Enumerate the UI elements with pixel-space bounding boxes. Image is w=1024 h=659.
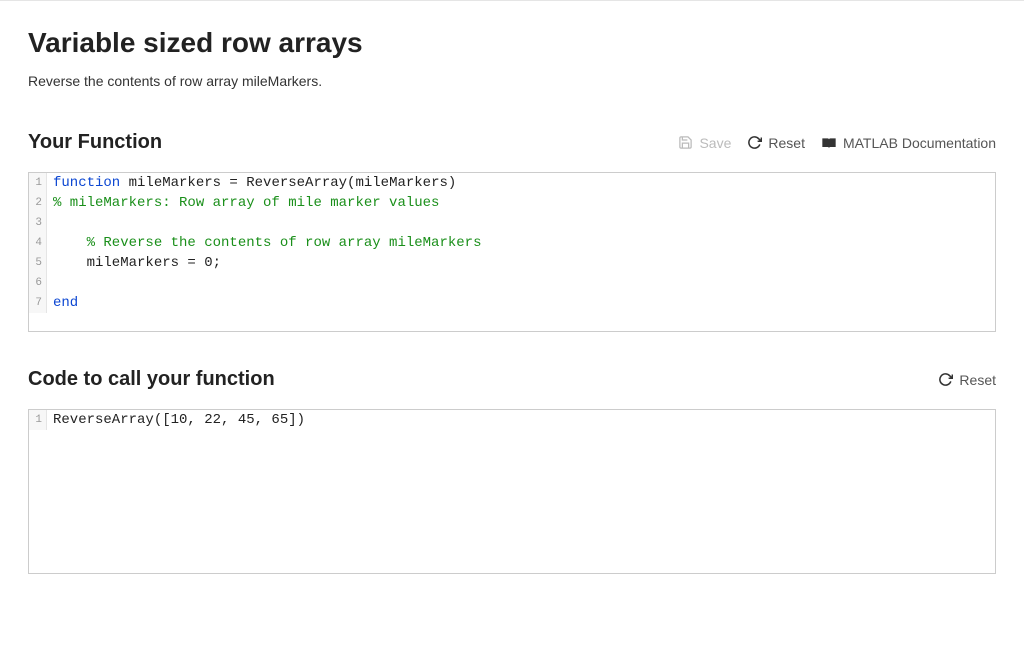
line-number: 7: [29, 293, 47, 313]
code-token: ReverseArray([10, 22, 45, 65]): [53, 412, 305, 428]
call-toolbar: Reset: [938, 372, 996, 388]
reset-button[interactable]: Reset: [747, 135, 805, 151]
line-number: 2: [29, 193, 47, 213]
call-heading: Code to call your function: [28, 368, 275, 391]
line-number: 1: [29, 410, 47, 430]
code-line[interactable]: 7 end: [29, 293, 995, 313]
code-content[interactable]: [47, 273, 53, 293]
reset-call-button[interactable]: Reset: [938, 372, 996, 388]
code-line[interactable]: 2 % mileMarkers: Row array of mile marker…: [29, 193, 995, 213]
code-token: mileMarkers = 0;: [53, 255, 221, 271]
code-token: % Reverse the contents of row array mile…: [53, 235, 481, 251]
code-content[interactable]: function mileMarkers = ReverseArray(mile…: [47, 173, 456, 193]
code-content[interactable]: [47, 213, 53, 233]
save-icon: [678, 135, 693, 150]
docs-label: MATLAB Documentation: [843, 135, 996, 151]
code-line[interactable]: 5 mileMarkers = 0;: [29, 253, 995, 273]
save-button[interactable]: Save: [678, 135, 731, 151]
code-token: % mileMarkers: Row array of mile marker …: [53, 195, 439, 211]
code-line[interactable]: 3: [29, 213, 995, 233]
line-number: 6: [29, 273, 47, 293]
call-section-header: Code to call your function Reset: [28, 368, 996, 391]
function-code-editor[interactable]: 1function mileMarkers = ReverseArray(mil…: [28, 172, 996, 332]
line-number: 5: [29, 253, 47, 273]
call-code-editor[interactable]: 1 ReverseArray([10, 22, 45, 65]): [28, 409, 996, 574]
code-line[interactable]: 6: [29, 273, 995, 293]
code-content[interactable]: % Reverse the contents of row array mile…: [47, 233, 481, 253]
page-title: Variable sized row arrays: [28, 27, 996, 59]
save-label: Save: [699, 135, 731, 151]
code-line[interactable]: 1function mileMarkers = ReverseArray(mil…: [29, 173, 995, 193]
code-content[interactable]: end: [47, 293, 78, 313]
code-token: end: [53, 295, 78, 311]
code-content[interactable]: mileMarkers = 0;: [47, 253, 221, 273]
code-line[interactable]: 1 ReverseArray([10, 22, 45, 65]): [29, 410, 995, 430]
your-function-heading: Your Function: [28, 131, 162, 154]
line-number: 4: [29, 233, 47, 253]
code-token: mileMarkers = ReverseArray(mileMarkers): [120, 175, 456, 191]
reset-call-label: Reset: [959, 372, 996, 388]
function-section-header: Your Function Save: [28, 131, 996, 154]
problem-description: Reverse the contents of row array mileMa…: [28, 73, 996, 89]
code-line[interactable]: 4 % Reverse the contents of row array mi…: [29, 233, 995, 253]
matlab-docs-link[interactable]: MATLAB Documentation: [821, 135, 996, 151]
book-icon: [821, 136, 837, 150]
code-token: function: [53, 175, 120, 191]
reset-label: Reset: [768, 135, 805, 151]
reset-icon: [747, 135, 762, 150]
code-content[interactable]: ReverseArray([10, 22, 45, 65]): [47, 410, 305, 430]
code-content[interactable]: % mileMarkers: Row array of mile marker …: [47, 193, 439, 213]
line-number: 3: [29, 213, 47, 233]
reset-icon: [938, 372, 953, 387]
function-toolbar: Save Reset MATLAB Documentation: [678, 135, 996, 151]
page-container: Variable sized row arrays Reverse the co…: [0, 0, 1024, 640]
line-number: 1: [29, 173, 47, 193]
